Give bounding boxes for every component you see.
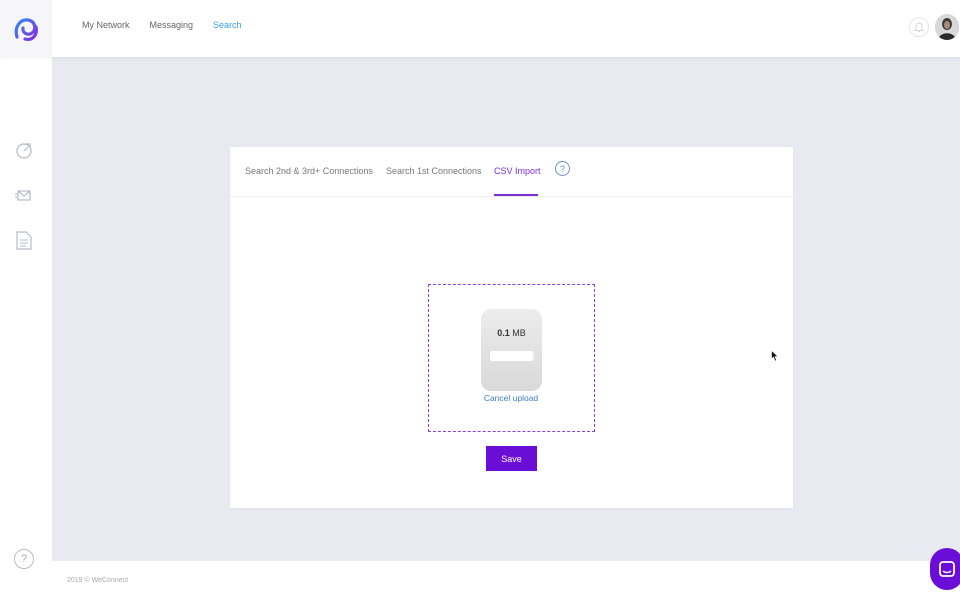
dashboard-icon[interactable]: [14, 141, 34, 161]
footer: 2019 © WeConnect: [52, 561, 960, 600]
campaign-icon[interactable]: [14, 185, 34, 205]
file-preview: 0.1 MB: [481, 309, 542, 391]
nav-search[interactable]: Search: [213, 20, 242, 30]
tab-csv-import[interactable]: CSV Import: [494, 166, 541, 176]
document-icon[interactable]: [14, 230, 34, 250]
user-avatar[interactable]: [935, 14, 959, 40]
search-card: Search 2nd & 3rd+ Connections Search 1st…: [230, 147, 793, 508]
main-nav: My Network Messaging Search: [82, 20, 242, 30]
tab-search-2nd-3rd[interactable]: Search 2nd & 3rd+ Connections: [245, 166, 373, 176]
weconnect-logo[interactable]: [0, 0, 52, 57]
help-icon[interactable]: ?: [14, 549, 34, 569]
copyright-text: 2019 © WeConnect: [67, 577, 129, 584]
file-size-value: 0.1: [497, 328, 510, 338]
chat-icon[interactable]: [930, 548, 960, 590]
nav-my-network[interactable]: My Network: [82, 20, 130, 30]
upload-progress-fill: [490, 351, 532, 361]
file-size-unit: MB: [512, 328, 526, 338]
mouse-cursor-icon: [771, 349, 779, 367]
active-tab-indicator: [494, 194, 538, 196]
upload-progress-bar: [490, 351, 534, 361]
save-button[interactable]: Save: [486, 446, 537, 471]
notification-bell-icon[interactable]: [909, 17, 929, 37]
cancel-upload-link[interactable]: Cancel upload: [429, 393, 593, 403]
csv-dropzone[interactable]: 0.1 MB Cancel upload: [428, 284, 595, 432]
nav-messaging[interactable]: Messaging: [150, 20, 194, 30]
tab-search-1st[interactable]: Search 1st Connections: [386, 166, 482, 176]
search-tabs: Search 2nd & 3rd+ Connections Search 1st…: [230, 147, 793, 197]
left-sidebar: ?: [0, 57, 52, 600]
top-bar: My Network Messaging Search: [0, 0, 960, 57]
file-size: 0.1 MB: [481, 328, 542, 338]
help-circle-icon[interactable]: ?: [555, 161, 570, 176]
